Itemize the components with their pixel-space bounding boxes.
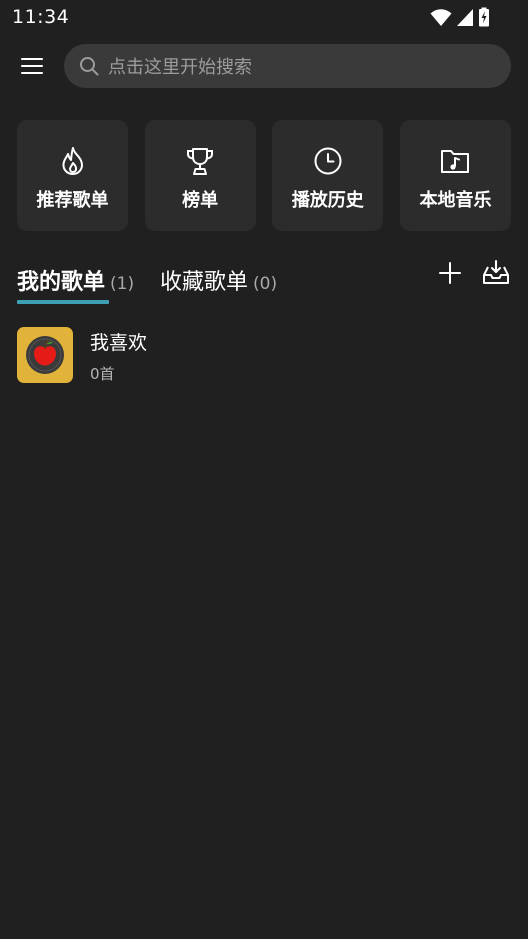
- playlist-title: 我喜欢: [90, 332, 148, 354]
- trophy-icon: [185, 146, 215, 176]
- tab-label: 我的歌单: [17, 270, 106, 295]
- import-playlist-button[interactable]: [481, 258, 511, 288]
- tab-count: (1): [110, 274, 135, 294]
- wifi-icon: [430, 9, 452, 26]
- card-label: 榜单: [182, 190, 219, 211]
- plus-icon: [439, 262, 461, 284]
- search-placeholder: 点击这里开始搜索: [108, 57, 252, 78]
- recommended-playlists-card[interactable]: 推荐歌单: [17, 120, 128, 231]
- local-music-card[interactable]: 本地音乐: [399, 120, 511, 231]
- active-tab-indicator: [17, 300, 109, 304]
- apple-record-icon: [26, 336, 64, 374]
- playlist-song-count: 0首: [90, 365, 115, 383]
- card-label: 播放历史: [291, 190, 364, 211]
- status-time: 11:34: [12, 6, 70, 28]
- playlist-cover: [17, 327, 73, 383]
- play-history-card[interactable]: 播放历史: [272, 120, 384, 231]
- status-bar: 11:34: [0, 0, 528, 36]
- music-folder-icon: [440, 146, 470, 176]
- hamburger-menu-icon: [21, 58, 43, 74]
- menu-button[interactable]: [12, 48, 52, 84]
- clock-icon: [313, 146, 343, 176]
- card-label: 本地音乐: [419, 190, 492, 211]
- search-icon: [80, 57, 99, 76]
- search-input[interactable]: 点击这里开始搜索: [64, 44, 511, 88]
- flame-icon: [58, 146, 88, 176]
- tab-count: (0): [253, 274, 278, 294]
- status-icons: [430, 7, 490, 27]
- list-item[interactable]: 我喜欢 0首: [0, 318, 528, 392]
- battery-charging-icon: [479, 7, 489, 27]
- tab-my-playlists[interactable]: 我的歌单 (1): [17, 264, 134, 296]
- cell-signal-icon: [457, 9, 473, 26]
- tab-label: 收藏歌单: [160, 270, 249, 295]
- quick-access-cards: 推荐歌单 榜单 播放历史 本地音乐: [17, 120, 511, 231]
- tab-favorite-playlists[interactable]: 收藏歌单 (0): [160, 264, 277, 296]
- charts-card[interactable]: 榜单: [144, 120, 256, 231]
- add-playlist-button[interactable]: [435, 258, 465, 288]
- inbox-download-icon: [483, 260, 509, 284]
- card-label: 推荐歌单: [36, 190, 109, 211]
